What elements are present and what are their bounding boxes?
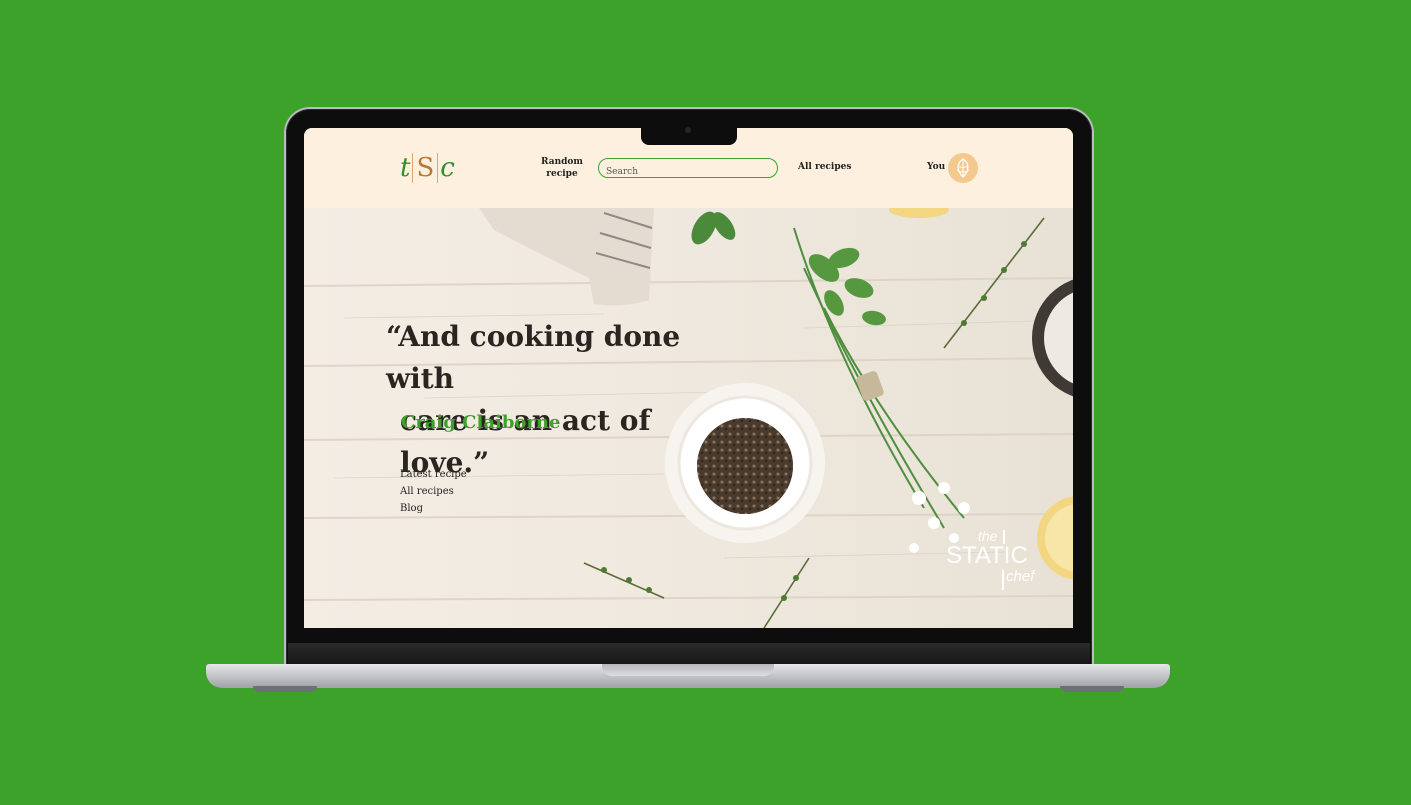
camera-icon [685, 127, 691, 133]
nav-random-line2: recipe [546, 169, 578, 179]
search-input[interactable] [599, 164, 771, 180]
laptop-foot-right [1060, 686, 1124, 692]
hero-author: Craig Claiborne [401, 412, 561, 433]
hero-quote-line1: “And cooking done with [386, 320, 681, 395]
artichoke-icon [956, 158, 970, 178]
nav-random-line1: Random [541, 157, 583, 167]
nav-all-recipes[interactable]: All recipes [798, 162, 851, 172]
nav-random-recipe[interactable]: Random recipe [540, 156, 584, 180]
hero-links: Latest recipe All recipes Blog [400, 466, 467, 517]
nav-you[interactable]: You [927, 162, 945, 172]
laptop-base-notch [602, 664, 774, 676]
laptop-screen: t S c Random recipe All recipes You [304, 128, 1073, 628]
brand-watermark: the STATIC chef [944, 528, 1054, 600]
laptop-chin [288, 643, 1090, 665]
brand-divider-bottom [1002, 570, 1004, 590]
search-box [598, 158, 778, 180]
avatar[interactable] [948, 153, 978, 183]
logo-letter-s: S [412, 153, 439, 183]
laptop-foot-left [253, 686, 317, 692]
site-logo[interactable]: t S c [400, 150, 455, 186]
hero-section: “And cooking done with care is an act of… [304, 208, 1073, 628]
hero-quote: “And cooking done with care is an act of… [386, 316, 746, 484]
brand-static: STATIC [946, 542, 1028, 569]
link-latest-recipe[interactable]: Latest recipe [400, 466, 467, 483]
brand-chef: chef [1006, 568, 1035, 585]
logo-letter-t: t [400, 153, 411, 183]
link-blog[interactable]: Blog [400, 500, 467, 517]
link-all-recipes[interactable]: All recipes [400, 483, 467, 500]
logo-letter-c: c [440, 153, 455, 183]
